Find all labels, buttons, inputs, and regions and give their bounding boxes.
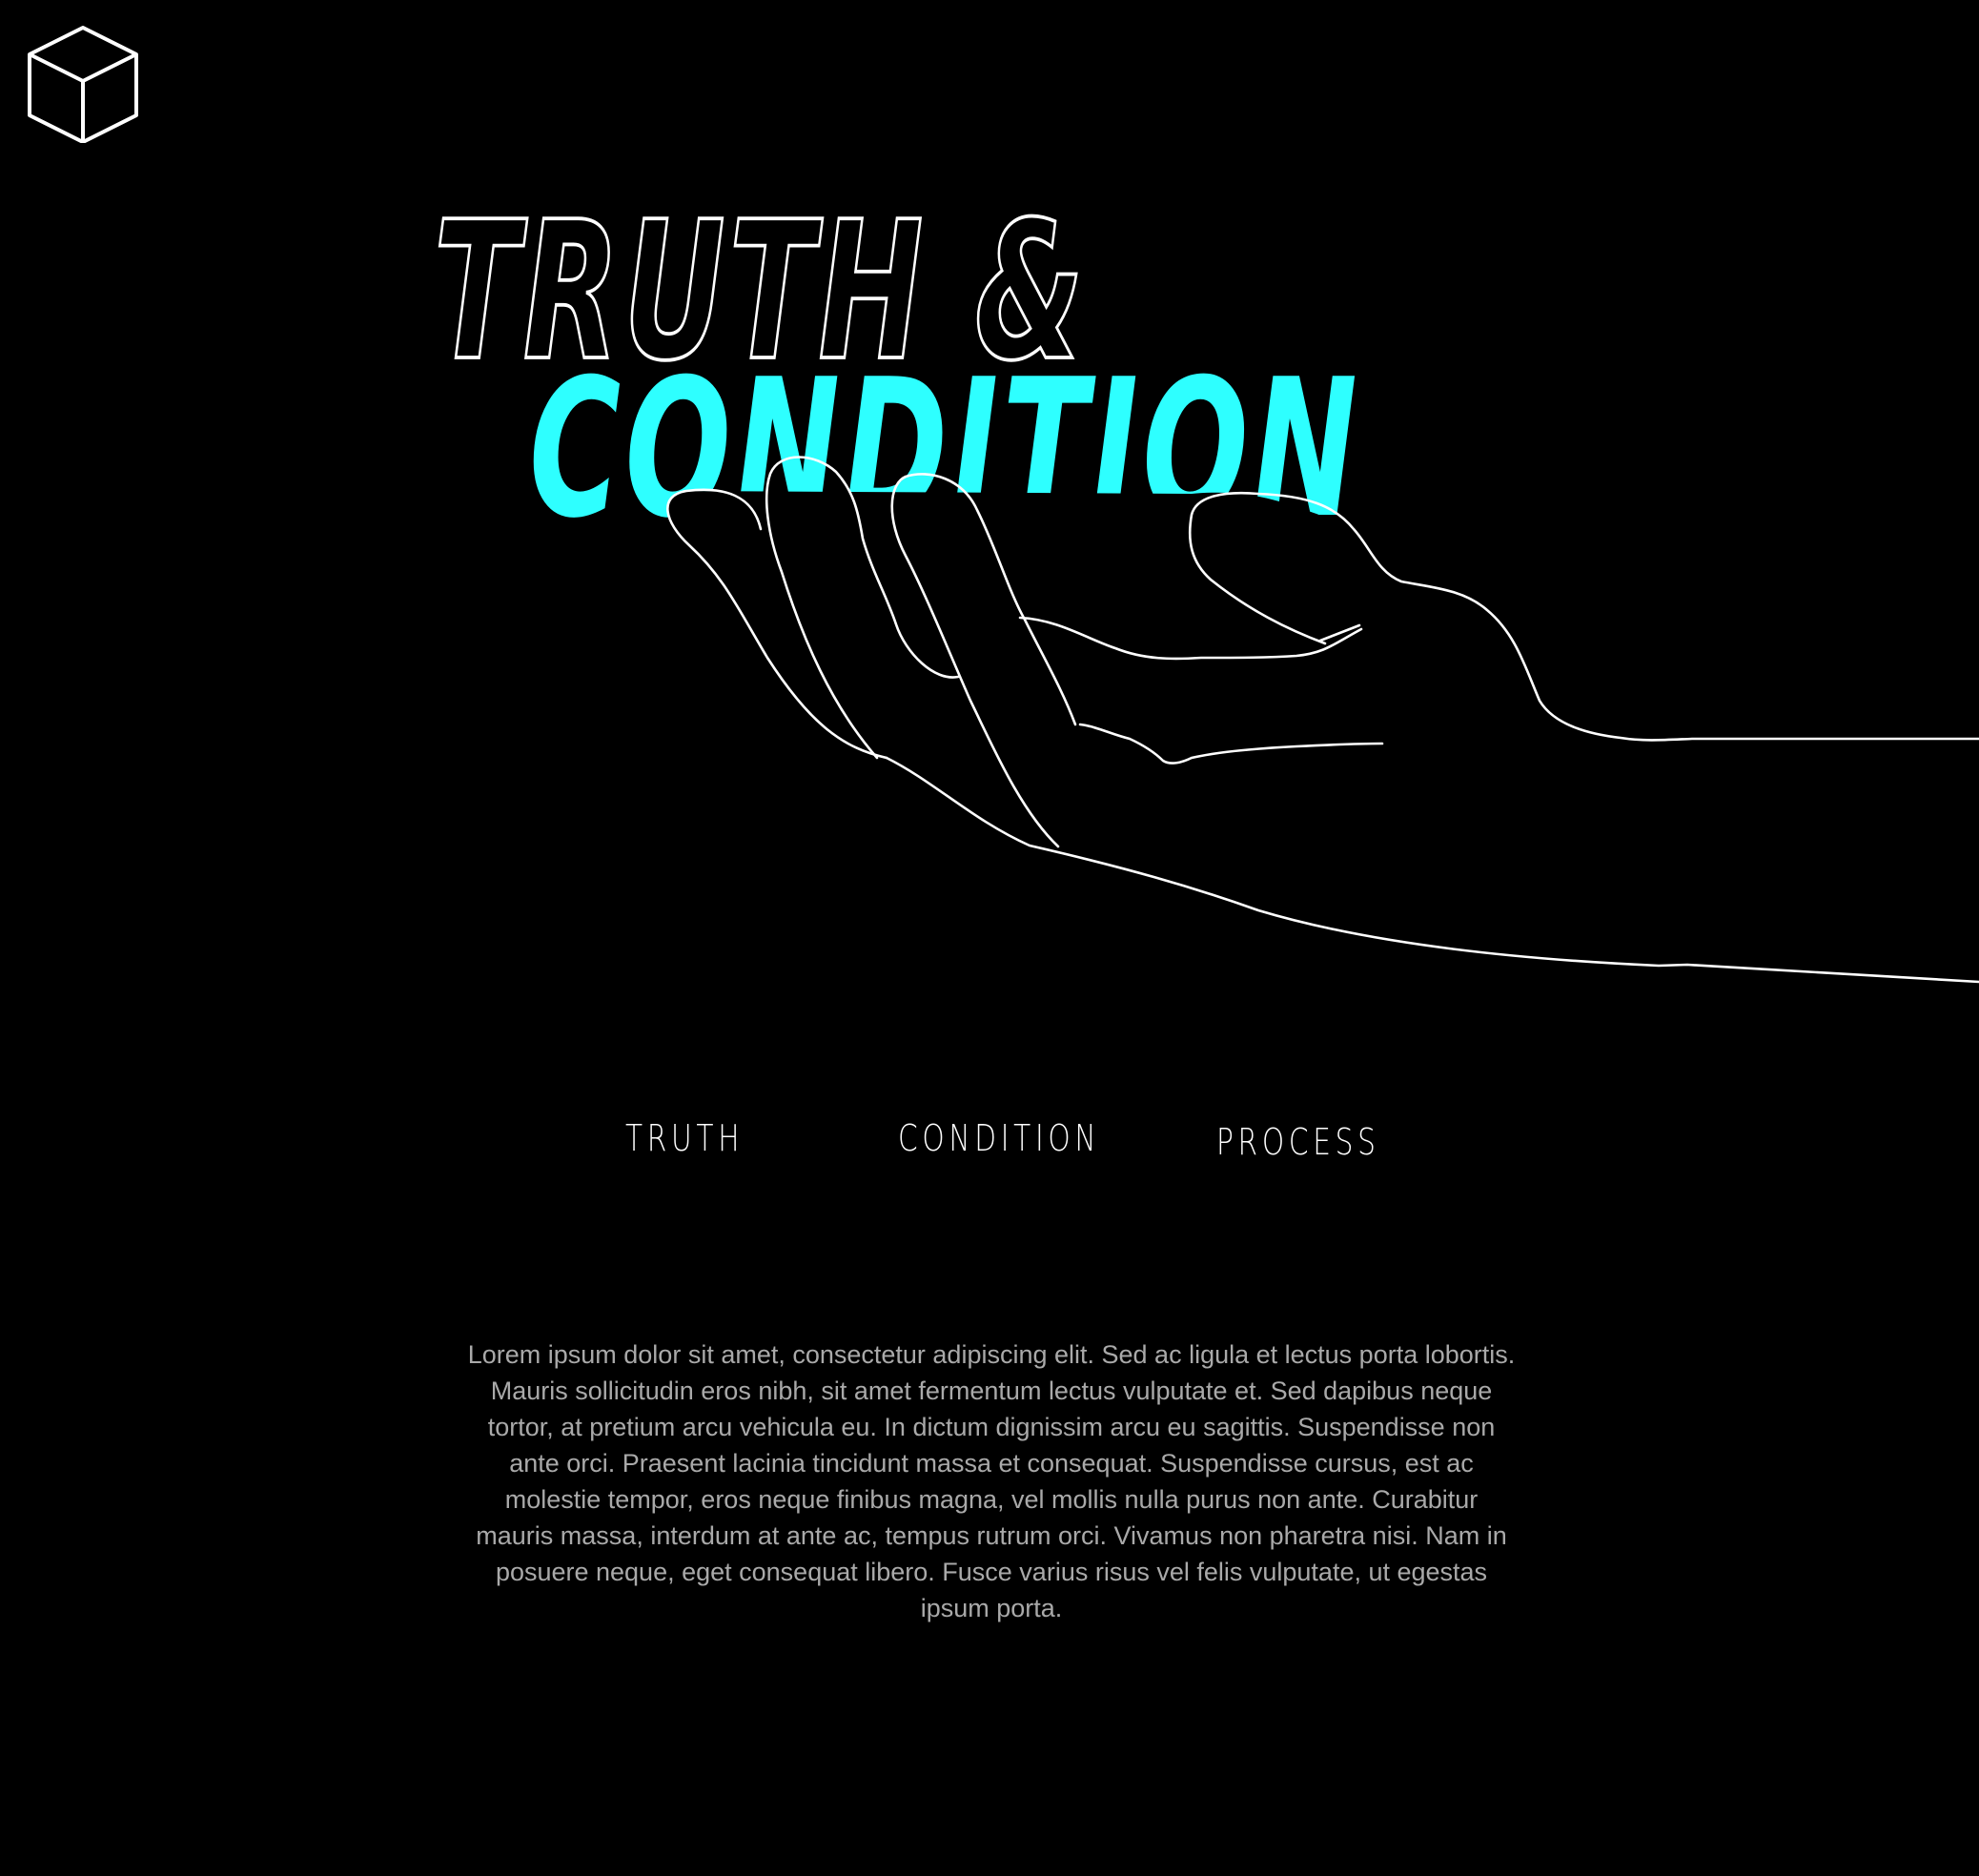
intro-paragraph: Lorem ipsum dolor sit amet, consectetur … [467, 1340, 1516, 1622]
nav-item-truth[interactable]: TRUTH [625, 1117, 744, 1159]
nav-item-process[interactable]: PROCESS [1216, 1121, 1380, 1163]
main-nav: TRUTH CONDITION PROCESS [0, 1117, 1979, 1174]
hero-title-line2: CONDITION [529, 337, 1361, 560]
hero-title-line1: TRUTH & [434, 180, 1088, 402]
nav-item-condition[interactable]: CONDITION [898, 1117, 1100, 1159]
cube-icon[interactable] [24, 24, 143, 143]
hero-title: TRUTH & CONDITION [432, 179, 1361, 560]
open-hand-icon [666, 456, 1979, 984]
